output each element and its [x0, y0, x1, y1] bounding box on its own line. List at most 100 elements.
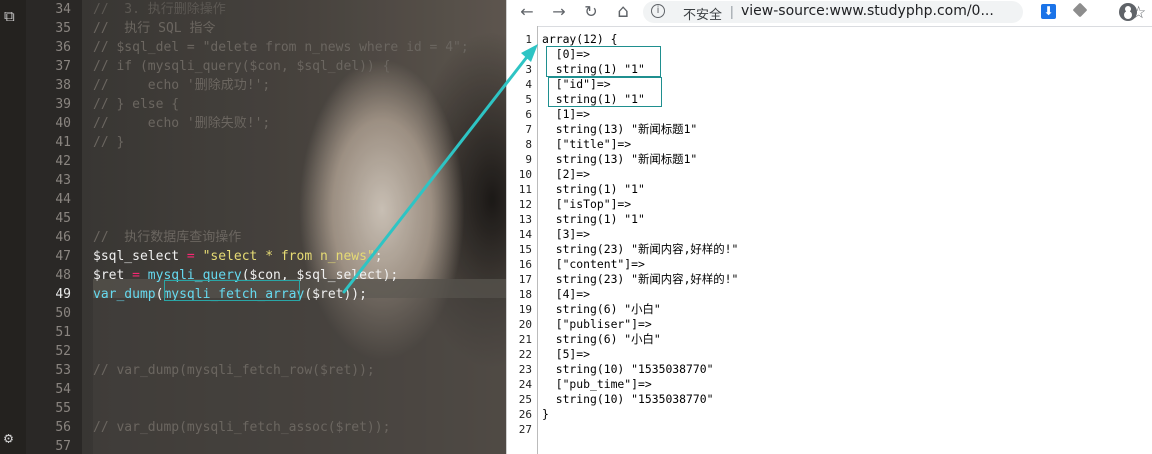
- code-token: // if (mysqli_query($con, $sql_del)) {: [93, 59, 391, 74]
- source-line: [2]=>: [542, 167, 591, 181]
- address-bar[interactable]: i 不安全 | view-source:www.studyphp.com/0..…: [643, 1, 1146, 23]
- home-button[interactable]: ⌂: [613, 2, 633, 22]
- code-line[interactable]: // } else {: [93, 95, 179, 114]
- source-line-number: 12: [518, 198, 532, 211]
- code-line[interactable]: // $sql_del = "delete from n_news where …: [93, 38, 469, 57]
- back-button[interactable]: ←: [517, 2, 537, 22]
- source-line-number: 25: [518, 393, 532, 406]
- code-token: $ret: [93, 268, 133, 283]
- code-line[interactable]: // 执行 SQL 指令: [93, 19, 215, 38]
- source-line: string(6) "小白": [542, 332, 661, 346]
- source-line-number: 24: [518, 378, 532, 391]
- download-icon[interactable]: ⬇: [1041, 4, 1056, 19]
- code-token: =: [132, 268, 140, 283]
- source-line-number: 23: [518, 363, 532, 376]
- code-line[interactable]: $sql_select = "select * from n_news";: [93, 247, 383, 266]
- source-line: [1]=>: [542, 107, 591, 121]
- annotation-box-index-0: [546, 46, 661, 77]
- url-divider: |: [730, 3, 734, 19]
- source-line-number: 18: [518, 288, 532, 301]
- editor-line-number: 44: [55, 192, 71, 207]
- code-token: // var_dump(mysqli_fetch_row($ret));: [93, 363, 375, 378]
- source-line: [3]=>: [542, 227, 591, 241]
- source-line: array(12) {: [542, 32, 618, 46]
- editor-line-number: 42: [55, 154, 71, 169]
- source-line-number: 16: [518, 258, 532, 271]
- source-line: string(1) "1": [542, 212, 645, 226]
- editor-line-number: 56: [55, 420, 71, 435]
- code-line[interactable]: // }: [93, 133, 124, 152]
- source-line: string(1) "1": [542, 182, 645, 196]
- security-label[interactable]: 不安全: [683, 4, 722, 23]
- code-token: // 执行数据库查询操作: [93, 230, 242, 245]
- code-token: ($ret));: [304, 287, 367, 302]
- editor-line-number: 49: [55, 287, 71, 302]
- source-line-number: 2: [525, 48, 532, 61]
- source-line-number: 4: [525, 78, 532, 91]
- source-line-number: 21: [518, 333, 532, 346]
- info-icon[interactable]: i: [651, 4, 665, 18]
- editor-line-number: 48: [55, 268, 71, 283]
- editor-line-number: 34: [55, 2, 71, 17]
- forward-button[interactable]: →: [549, 2, 569, 22]
- browser-window: ← → ↻ ⌂ i 不安全 | view-source:www.studyphp…: [506, 0, 1152, 454]
- split-editor-icon[interactable]: ⧉: [4, 8, 15, 24]
- source-line: ["content"]=>: [542, 257, 645, 271]
- reload-button[interactable]: ↻: [581, 2, 601, 22]
- source-line: string(10) "1535038770": [542, 362, 714, 376]
- editor-line-number: 51: [55, 325, 71, 340]
- account-icon[interactable]: [1119, 3, 1137, 21]
- code-token: // 执行 SQL 指令: [93, 21, 216, 36]
- source-line: string(23) "新闻内容,好样的!": [542, 242, 739, 256]
- source-line-number: 8: [525, 138, 532, 151]
- source-line: ["pub_time"]=>: [542, 377, 652, 391]
- code-token: =: [186, 249, 195, 264]
- code-token: // echo '删除成功!';: [93, 78, 271, 93]
- source-line: string(23) "新闻内容,好样的!": [542, 272, 739, 286]
- editor-line-number: 53: [55, 363, 71, 378]
- source-line: string(10) "1535038770": [542, 392, 714, 406]
- source-line: string(13) "新闻标题1": [542, 122, 698, 136]
- editor-line-number: 45: [55, 211, 71, 226]
- editor-line-number: 40: [55, 116, 71, 131]
- source-line: string(6) "小白": [542, 302, 661, 316]
- source-line: string(13) "新闻标题1": [542, 152, 698, 166]
- extension-layers-icon[interactable]: [1072, 2, 1088, 18]
- source-line-number: 20: [518, 318, 532, 331]
- source-line-number: 5: [525, 93, 532, 106]
- editor-line-number: 47: [55, 249, 71, 264]
- code-line[interactable]: // 执行数据库查询操作: [93, 228, 241, 247]
- code-token: // $sql_del = "delete from n_news where …: [93, 40, 469, 55]
- code-token: $sql_select: [93, 249, 187, 264]
- editor-line-number: 37: [55, 59, 71, 74]
- code-token: var_dump: [93, 287, 156, 302]
- editor-line-number: 54: [55, 382, 71, 397]
- code-line[interactable]: // var_dump(mysqli_fetch_assoc($ret));: [93, 418, 390, 437]
- editor-line-number: 38: [55, 78, 71, 93]
- annotation-box-fetch-array: [164, 280, 300, 301]
- view-source-content: 1 array(12) {2 [0]=> 3 string(1) "1" 4 ["id…: [507, 26, 1152, 454]
- code-line[interactable]: // 3. 执行删除操作: [93, 0, 226, 19]
- settings-gear-icon[interactable]: ⚙: [4, 430, 13, 446]
- code-line[interactable]: // if (mysqli_query($con, $sql_del)) {: [93, 57, 390, 76]
- source-line-number: 11: [518, 183, 532, 196]
- source-line-number: 10: [518, 168, 532, 181]
- activity-bar: ⧉ ⚙: [0, 0, 26, 454]
- code-line[interactable]: // var_dump(mysqli_fetch_row($ret));: [93, 361, 375, 380]
- code-line[interactable]: // echo '删除成功!';: [93, 76, 270, 95]
- source-line: ["isTop"]=>: [542, 197, 632, 211]
- code-token: // echo '删除失败!';: [93, 116, 271, 131]
- code-line[interactable]: // echo '删除失败!';: [93, 114, 270, 133]
- editor-line-number: 36: [55, 40, 71, 55]
- source-line-number: 14: [518, 228, 532, 241]
- code-token: "select * from n_news": [202, 249, 375, 264]
- source-line-number: 17: [518, 273, 532, 286]
- source-line-number: 15: [518, 243, 532, 256]
- editor-line-number: 57: [55, 439, 71, 454]
- url-text[interactable]: view-source:www.studyphp.com/0...: [741, 3, 994, 19]
- annotation-box-id-key: [548, 77, 662, 107]
- editor-line-number: 50: [55, 306, 71, 321]
- source-line-number: 27: [518, 423, 532, 436]
- code-token: // 3. 执行删除操作: [93, 2, 226, 17]
